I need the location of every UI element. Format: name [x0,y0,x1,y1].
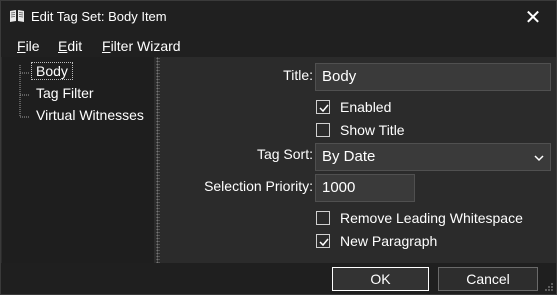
cancel-button[interactable]: Cancel [438,267,538,291]
tree-item-tag-filter[interactable]: Tag Filter [36,85,94,101]
tree-item-virtual-witnesses[interactable]: Virtual Witnesses [36,107,144,123]
show-title-row[interactable]: Show Title [316,122,516,139]
tag-sort-dropdown[interactable]: By Date [315,143,551,171]
edit-tag-set-dialog: Edit Tag Set: Body Item ✕ File Edit Filt… [0,0,557,295]
tree-item-body[interactable]: Body [31,62,73,80]
splitter-grip [156,57,160,263]
menu-file-mnemonic: F [17,38,26,54]
chevron-down-icon [533,151,545,163]
dialog-footer: OK Cancel [1,263,556,294]
resize-grip-icon[interactable] [544,282,554,292]
show-title-checkbox[interactable] [316,123,330,137]
enabled-label: Enabled [340,99,392,115]
enabled-checkbox[interactable] [316,100,330,114]
menu-file[interactable]: File [17,38,40,54]
menu-filter-wizard[interactable]: Filter Wizard [102,38,181,54]
close-button[interactable]: ✕ [510,1,556,33]
menu-edit[interactable]: Edit [58,38,82,54]
ok-button[interactable]: OK [332,267,429,291]
tag-settings-panel: Title: Body Enabled Show Title Tag Sort:… [162,57,556,263]
book-icon [9,9,25,23]
remove-whitespace-row[interactable]: Remove Leading Whitespace [316,210,546,227]
window-title: Edit Tag Set: Body Item [31,9,167,24]
menu-filter-wizard-label: ilter Wizard [110,38,181,54]
menu-edit-mnemonic: E [58,38,68,54]
check-icon [319,238,329,247]
remove-whitespace-checkbox[interactable] [316,211,330,225]
new-paragraph-row[interactable]: New Paragraph [316,233,516,250]
pane-splitter[interactable] [154,57,162,263]
menu-filter-wizard-mnemonic: F [102,38,111,54]
remove-whitespace-label: Remove Leading Whitespace [340,210,523,226]
new-paragraph-label: New Paragraph [340,233,438,249]
menu-edit-label: dit [67,38,83,54]
tag-sort-value: By Date [322,148,376,165]
tag-tree[interactable]: Body Tag Filter Virtual Witnesses [2,57,154,263]
enabled-row[interactable]: Enabled [316,99,516,116]
close-icon: ✕ [524,6,542,29]
title-label: Title: [283,67,313,83]
selection-priority-field[interactable]: 1000 [315,174,415,202]
check-icon [319,104,329,113]
new-paragraph-checkbox[interactable] [316,234,330,248]
selection-priority-label: Selection Priority: [204,178,313,194]
tag-sort-label: Tag Sort: [256,146,313,162]
title-bar: Edit Tag Set: Body Item ✕ [1,1,556,33]
title-field[interactable]: Body [315,63,551,91]
menu-file-label: ile [25,38,40,54]
menu-bar: File Edit Filter Wizard [1,33,556,57]
show-title-label: Show Title [340,122,405,138]
